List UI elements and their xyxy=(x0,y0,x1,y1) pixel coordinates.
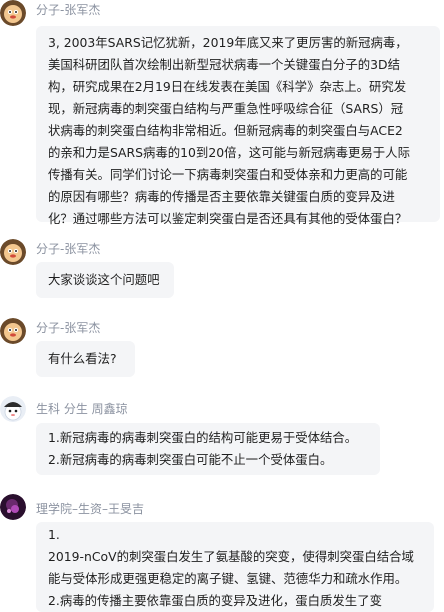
message-line: 化？通过哪些方法可以鉴定刺突蛋白是否还具有其他的受体蛋白？ xyxy=(48,211,408,226)
message-line: 现，新冠病毒的刺突蛋白结构与严重急性呼吸综合征（SARS）冠 xyxy=(48,101,404,116)
cartoon-avatar-icon xyxy=(0,318,26,344)
photo-avatar-icon xyxy=(0,494,26,520)
sender-name: 分子-张军杰 xyxy=(36,3,101,17)
sender-name: 分子-张军杰 xyxy=(36,321,101,335)
sender-name: 分子-张军杰 xyxy=(36,242,101,256)
message-line: 大家谈谈这个问题吧 xyxy=(48,272,160,287)
cartoon-avatar-icon xyxy=(0,239,26,265)
message-line: 2.病毒的传播主要依靠蛋白质的变异及进化，蛋白质发生了变 xyxy=(48,593,382,608)
message-line: 3, 2003年SARS记忆犹新，2019年底又来了更厉害的新冠病毒， xyxy=(48,35,408,50)
message-line: 状病毒的刺突蛋白结构非常相近。但新冠病毒的刺突蛋白与ACE2 xyxy=(48,123,403,138)
message-line: 美国科研团队首次绘制出新型冠状病毒一个关键蛋白分子的3D结 xyxy=(48,57,400,72)
message-line: 构，研究成果在2月19日在线发表在美国《科学》杂志上。研究发 xyxy=(48,79,407,94)
cartoon-avatar-icon xyxy=(0,396,26,422)
message-line: 2019-nCoV的刺突蛋白发生了氨基酸的突变，使得刺突蛋白结合域 xyxy=(48,549,414,564)
message-bubble: 大家谈谈这个问题吧 xyxy=(36,262,174,298)
avatar[interactable] xyxy=(0,239,26,265)
message-line: 1.新冠病毒的病毒刺突蛋白的结构可能更易于受体结合。 xyxy=(48,430,358,445)
message-line: 的亲和力是SARS病毒的10到20倍，这可能与新冠病毒更易于人际 xyxy=(48,145,410,160)
avatar[interactable] xyxy=(0,318,26,344)
sender-name: 生科 分生 周鑫琼 xyxy=(36,402,128,416)
message-line: 2.新冠病毒的病毒刺突蛋白可能不止一个受体蛋白。 xyxy=(48,452,333,467)
message-bubble: 1.新冠病毒的病毒刺突蛋白的结构可能更易于受体结合。 2.新冠病毒的病毒刺突蛋白… xyxy=(36,423,380,475)
cartoon-avatar-icon xyxy=(0,0,26,26)
message-bubble: 有什么看法? xyxy=(36,341,135,377)
sender-name: 理学院–生资–王旻吉 xyxy=(36,502,145,516)
message-line: 的原因有哪些？病毒的传播是否主要依靠关键蛋白质的变异及进 xyxy=(48,189,395,204)
message-bubble: 3, 2003年SARS记忆犹新，2019年底又来了更厉害的新冠病毒， 美国科研… xyxy=(36,26,440,226)
message-line: 能与受体形成更强更稳定的离子键、氢键、范德华力和疏水作用。 xyxy=(48,571,408,586)
avatar[interactable] xyxy=(0,396,26,422)
message-line: 传播有关。同学们讨论一下病毒刺突蛋白和受体亲和力更高的可能 xyxy=(48,167,408,182)
avatar[interactable] xyxy=(0,494,26,520)
message-line: 1. xyxy=(48,527,60,542)
message-line: 有什么看法? xyxy=(48,351,117,366)
avatar[interactable] xyxy=(0,0,26,26)
